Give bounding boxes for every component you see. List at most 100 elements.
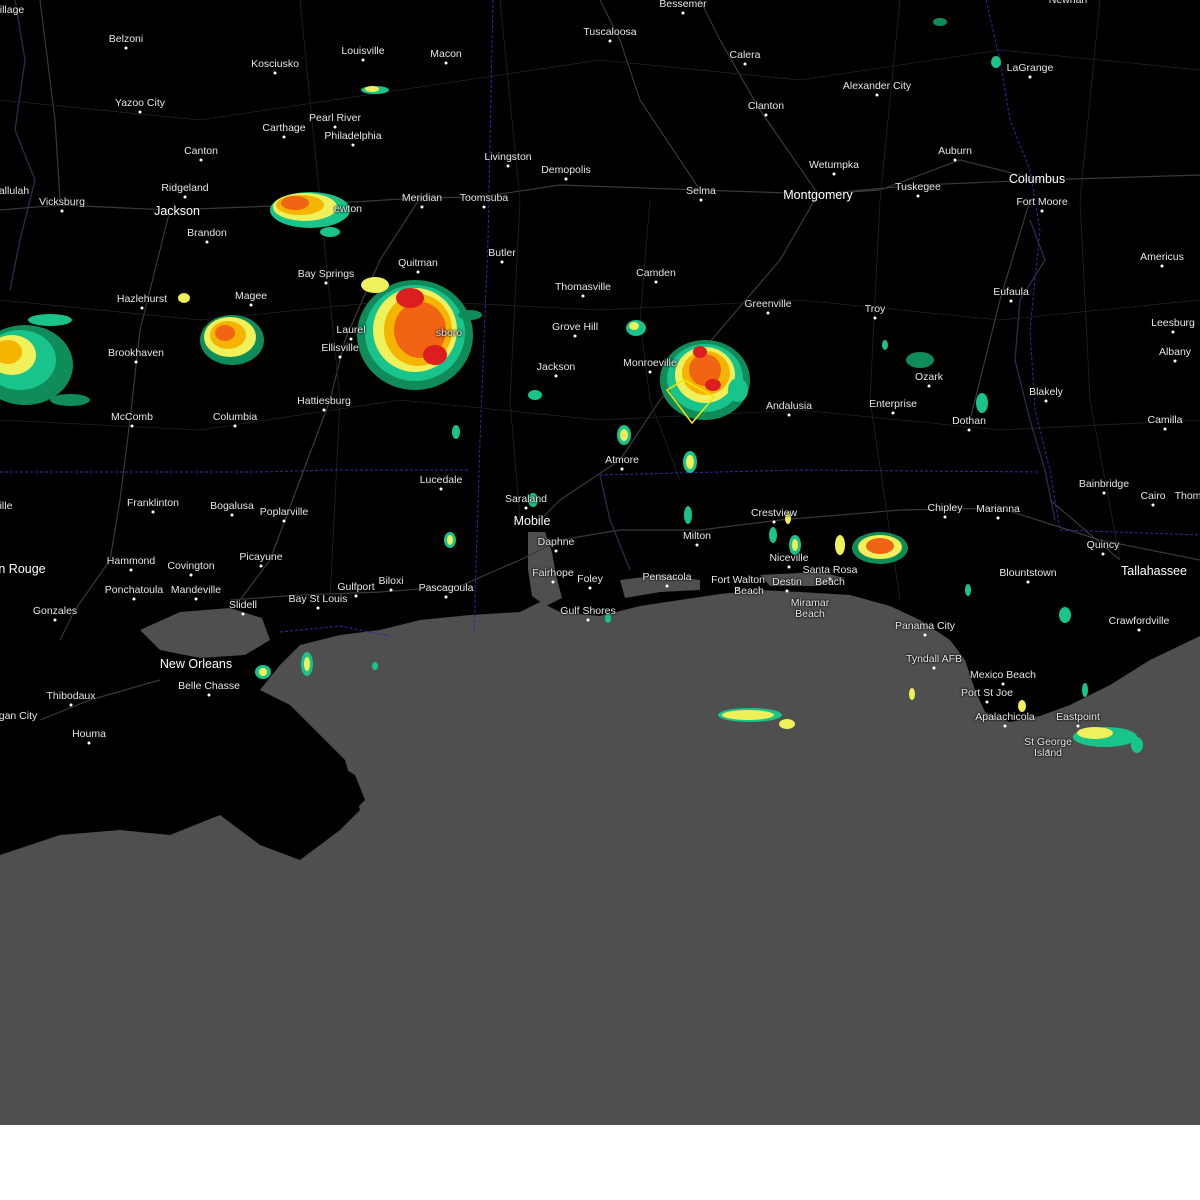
city-marker-ponchatoula — [132, 597, 136, 601]
city-marker-monroeville — [648, 370, 652, 374]
city-label-belle-chasse: Belle Chasse — [178, 680, 240, 692]
city-marker-atmore — [620, 467, 624, 471]
city-marker-canton — [199, 158, 203, 162]
city-label-pensacola: Pensacola — [642, 571, 692, 583]
city-marker-kosciusko — [273, 71, 277, 75]
city-marker-auburn — [953, 158, 957, 162]
city-label-vicksburg: Vicksburg — [39, 196, 85, 208]
city-label-saraland: Saraland — [504, 493, 548, 505]
city-label-tyndall-afb: Tyndall AFB — [905, 653, 963, 665]
city-marker-albany — [1173, 359, 1177, 363]
city-label-crawfordville: Crawfordville — [1108, 615, 1170, 627]
city-label-apalachicola: Apalachicola — [975, 711, 1035, 723]
city-label-baton-rouge: n Rouge — [0, 562, 46, 576]
city-label-quincy: Quincy — [1086, 539, 1120, 551]
city-label-niceville: Niceville — [769, 552, 809, 564]
city-marker-thomasville — [581, 294, 585, 298]
city-marker-chipley — [943, 515, 947, 519]
city-marker-belzoni — [124, 46, 128, 50]
city-label-gonzales: Gonzales — [32, 605, 78, 617]
city-marker-brandon — [205, 240, 209, 244]
city-marker-hattiesburg — [322, 408, 326, 412]
city-marker-blakely — [1044, 399, 1048, 403]
city-label-houma: Houma — [72, 728, 106, 740]
city-label-biloxi: Biloxi — [378, 575, 404, 587]
city-label-monroeville: Monroeville — [623, 357, 677, 369]
city-marker-eastpoint — [1076, 724, 1080, 728]
city-marker-belle-chasse — [207, 693, 211, 697]
city-marker-foley — [588, 586, 592, 590]
city-label-franklinton: Franklinton — [127, 497, 179, 509]
city-label-destin: Destin — [772, 576, 802, 588]
city-marker-pearl-river — [333, 125, 337, 129]
city-marker-philadelphia — [351, 143, 355, 147]
city-label-hammond: Hammond — [106, 555, 156, 567]
city-label-livingston: Livingston — [484, 151, 532, 163]
city-marker-crawfordville — [1137, 628, 1141, 632]
city-marker-bessemer — [681, 11, 685, 15]
city-label-fort-moore: Fort Moore — [1016, 196, 1068, 208]
city-label-jackson-ms: Jackson — [154, 204, 200, 218]
city-marker-bainbridge — [1102, 491, 1106, 495]
city-marker-franklinton — [151, 510, 155, 514]
city-label-tallulah: allulah — [0, 185, 30, 197]
city-marker-hammond — [129, 568, 133, 572]
city-label-atmore: Atmore — [605, 454, 639, 466]
city-marker-niceville — [787, 565, 791, 569]
city-marker-americus — [1160, 264, 1164, 268]
city-label-auburn: Auburn — [938, 145, 972, 157]
city-label-albany: Albany — [1158, 346, 1192, 358]
city-marker-hazlehurst — [140, 306, 144, 310]
city-marker-apalachicola — [1003, 724, 1007, 728]
city-marker-tuskegee — [916, 194, 920, 198]
city-marker-houma — [87, 741, 91, 745]
city-label-bay-springs: Bay Springs — [297, 268, 355, 280]
radar-map[interactable]: Bessemer Newnan Tuscaloosa Belzoni Louisvill… — [0, 0, 1200, 1125]
city-marker-enterprise — [891, 411, 895, 415]
city-label-pascagoula: Pascagoula — [418, 582, 474, 594]
city-label-camilla: Camilla — [1147, 414, 1183, 426]
city-marker-quincy — [1101, 552, 1105, 556]
city-label-brookhaven: Brookhaven — [107, 347, 165, 359]
city-label-newnan: Newnan — [1048, 0, 1088, 6]
city-label-thomasville: Thomasville — [554, 281, 612, 293]
city-label-tallahassee: Tallahassee — [1120, 564, 1188, 578]
city-marker-wetumpka — [832, 172, 836, 176]
city-label-wetumpka: Wetumpka — [809, 159, 859, 171]
city-marker-greenville — [766, 311, 770, 315]
city-marker-alexander-city — [875, 93, 879, 97]
city-label-meridian: Meridian — [401, 192, 443, 204]
city-label-ozark: Ozark — [914, 371, 944, 383]
city-label-poplarville: Poplarville — [259, 506, 309, 518]
city-marker-fort-moore — [1040, 209, 1044, 213]
city-marker-poplarville — [282, 519, 286, 523]
lake-pontchartrain — [140, 608, 270, 658]
city-marker-tyndall-afb — [932, 666, 936, 670]
city-marker-covington — [189, 573, 193, 577]
city-label-blakely: Blakely — [1029, 386, 1063, 398]
city-marker-grove-hill — [573, 334, 577, 338]
city-marker-mccomb — [130, 424, 134, 428]
city-marker-bay-springs — [324, 281, 328, 285]
city-marker-troy — [873, 316, 877, 320]
city-label-santa-rosa-beach: Santa Rosa — [802, 564, 858, 576]
city-marker-laurel — [349, 337, 353, 341]
city-marker-meridian — [420, 205, 424, 209]
city-label-grove-hill: Grove Hill — [551, 321, 599, 333]
city-marker-calera — [743, 62, 747, 66]
city-marker-ozark — [927, 384, 931, 388]
city-label-waynesboro: sboro — [435, 327, 463, 339]
city-label-thomasville-ga: Thom — [1174, 490, 1200, 502]
city-marker-yazoo-city — [138, 110, 142, 114]
city-marker-clanton — [764, 113, 768, 117]
city-label-pearl-river: Pearl River — [309, 112, 361, 124]
city-marker-bogalusa — [230, 513, 234, 517]
city-label-morgan-city: gan City — [0, 710, 38, 722]
city-label-bogalusa: Bogalusa — [210, 500, 254, 512]
city-label-louisville: Louisville — [341, 45, 385, 57]
city-marker-thibodaux — [69, 703, 73, 707]
city-label-dothan: Dothan — [952, 415, 986, 427]
city-marker-cairo — [1151, 503, 1155, 507]
city-marker-panama-city — [923, 633, 927, 637]
city-marker-leesburg — [1171, 330, 1175, 334]
